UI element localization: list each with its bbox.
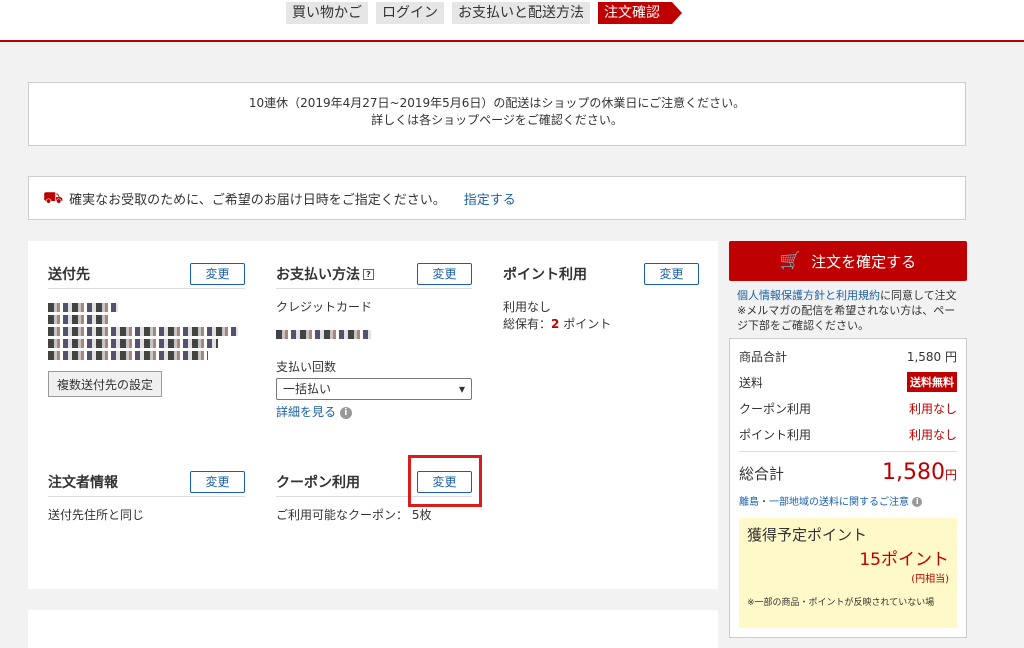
summary-row-subtotal: 商品合計 1,580 円 <box>739 349 957 364</box>
shipping-section: 送付先 変更 複数送付先の設定 <box>48 259 245 397</box>
help-icon[interactable]: ? <box>363 269 374 280</box>
order-details-card: 送付先 変更 複数送付先の設定 お支払い方法? 変更 クレジットカード 支払い回… <box>28 241 718 589</box>
orderer-title: 注文者情報 <box>48 474 118 491</box>
specify-delivery-link[interactable]: 指定する <box>464 189 516 208</box>
summary-row-coupon: クーポン利用 利用なし <box>739 401 957 416</box>
summary-row-shipping: 送料 送料無料 <box>739 369 957 395</box>
remote-shipping-note[interactable]: 離島・一部地域の送料に関するご注意 i <box>739 493 957 508</box>
earned-points-value: 15ポイント <box>859 550 949 570</box>
orderer-section: 注文者情報 変更 送付先住所と同じ <box>48 467 245 524</box>
shipping-title: 送付先 <box>48 266 90 283</box>
payment-title: お支払い方法 <box>276 266 360 283</box>
info-icon: i <box>339 406 352 419</box>
installments-label: 支払い回数 <box>276 360 337 374</box>
earned-points-title: 獲得予定ポイント <box>747 526 868 544</box>
redacted-card-number <box>276 330 371 339</box>
info-icon: i <box>912 497 923 507</box>
payment-change-button[interactable]: 変更 <box>417 262 472 285</box>
confirm-order-button[interactable]: 🛒 注文を確定する <box>729 241 967 281</box>
privacy-terms-link[interactable]: 個人情報保護方針と利用規約 <box>737 289 880 302</box>
coupon-title: クーポン利用 <box>276 474 360 491</box>
top-bar: 買い物かご ログイン お支払いと配送方法 注文確認 <box>0 0 1024 42</box>
step-cart: 買い物かご <box>286 2 368 24</box>
free-shipping-badge: 送料無料 <box>907 372 957 392</box>
step-payment-shipping: お支払いと配送方法 <box>452 2 590 24</box>
price-summary: 商品合計 1,580 円 送料 送料無料 クーポン利用 利用なし ポイント利用 利用なし… <box>729 338 967 638</box>
earned-points-box: 獲得予定ポイント 15ポイント (円相当) ※一部の商品・ポイントが反映されてい… <box>739 518 957 628</box>
points-usage: 利用なし <box>503 300 552 314</box>
earned-points-note: ※一部の商品・ポイントが反映されていない場 <box>747 598 935 608</box>
multiple-destinations-button[interactable]: 複数送付先の設定 <box>48 371 163 397</box>
notice-line-2: 詳しくは各ショップページをご確認ください。 <box>371 113 623 127</box>
cart-icon: 🛒 <box>779 251 802 271</box>
shipping-change-button[interactable]: 変更 <box>190 262 245 285</box>
holiday-notice: 10連休（2019年4月27日~2019年5月6日）の配送はショップの休業日にご… <box>28 82 966 146</box>
installments-select[interactable]: 一括払い ▾ <box>276 378 472 400</box>
progress-steps: 買い物かご ログイン お支払いと配送方法 注文確認 <box>286 0 682 26</box>
order-sidebar: 🛒 注文を確定する 個人情報保護方針と利用規約に同意して注文 ※メルマガの配信を… <box>729 241 967 638</box>
step-order-confirm: 注文確認 <box>598 2 682 24</box>
payment-method: クレジットカード <box>276 300 373 314</box>
summary-row-points: ポイント利用 利用なし <box>739 427 957 442</box>
orderer-value: 送付先住所と同じ <box>48 508 145 522</box>
notice-line-1: 10連休（2019年4月27日~2019年5月6日）の配送はショップの休業日にご… <box>248 96 746 110</box>
payment-section: お支払い方法? 変更 クレジットカード 支払い回数 一括払い ▾ 詳細を見る i <box>276 259 472 421</box>
redacted-address <box>48 303 245 360</box>
coupon-change-highlight <box>408 455 482 507</box>
points-section: ポイント利用 変更 利用なし 総保有：2 ポイント <box>503 259 699 333</box>
earned-points-sub: (円相当) <box>911 574 949 585</box>
step-login: ログイン <box>376 2 444 24</box>
confirm-order-label: 注文を確定する <box>811 252 917 271</box>
installments-value: 一括払い <box>283 381 332 396</box>
points-held: 総保有：2 ポイント <box>503 317 612 331</box>
points-change-button[interactable]: 変更 <box>644 263 699 285</box>
points-title: ポイント利用 <box>503 267 587 283</box>
delivery-text: 確実なお受取のために、ご希望のお届け日時をご指定ください。 <box>69 192 446 208</box>
delivery-date-banner: ⛟ 確実なお受取のために、ご希望のお届け日時をご指定ください。 指定する <box>28 176 966 220</box>
orderer-change-button[interactable]: 変更 <box>190 470 245 493</box>
grand-total-value: 1,580 <box>882 460 945 485</box>
payment-details-link[interactable]: 詳細を見る <box>276 405 336 419</box>
next-section-card <box>28 610 718 648</box>
grand-total: 総合計 1,580円 <box>739 451 957 485</box>
agreement-text: 個人情報保護方針と利用規約に同意して注文 ※メルマガの配信を希望されない方は、ペ… <box>729 281 967 333</box>
truck-icon: ⛟ <box>43 187 64 207</box>
chevron-down-icon: ▾ <box>458 381 465 396</box>
newsletter-note: ※メルマガの配信を希望されない方は、ページ下部をご確認ください。 <box>737 304 956 332</box>
